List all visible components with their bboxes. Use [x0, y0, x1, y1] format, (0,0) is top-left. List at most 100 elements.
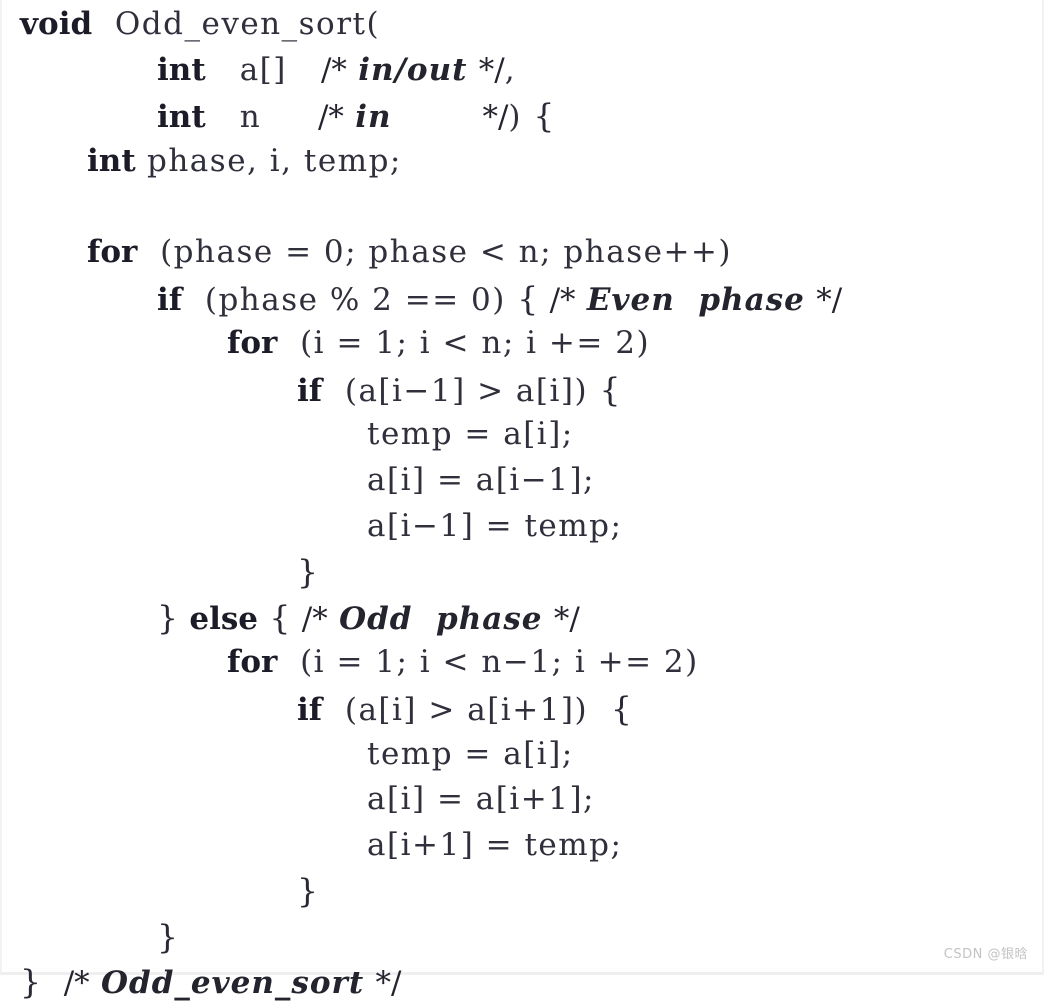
code-line: a[i] = a[i+1];	[2, 777, 1044, 823]
code-identifier: (phase % 2 == 0)	[204, 281, 506, 318]
code-keyword: int	[87, 142, 136, 179]
code-brace: {	[269, 597, 291, 637]
code-keyword: int	[157, 51, 206, 88]
code-brace: {	[533, 96, 555, 136]
code-brace: }	[157, 916, 178, 956]
code-keyword: if	[297, 372, 323, 409]
code-brace: {	[517, 278, 539, 318]
code-comment-delimiter: /*	[320, 51, 347, 88]
code-comment-delimiter: */	[482, 99, 509, 136]
code-comment-delimiter: /*	[63, 965, 90, 1002]
code-comment-delimiter: */	[375, 965, 402, 1002]
code-keyword: if	[297, 691, 323, 728]
code-identifier: (a[i] > a[i+1])	[344, 691, 589, 728]
code-line: int n /* in */) {	[2, 93, 1044, 139]
code-brace: {	[599, 369, 621, 409]
code-line: temp = a[i];	[2, 412, 1044, 458]
code-identifier: a[i] = a[i+1];	[367, 781, 595, 818]
code-identifier: ,	[504, 51, 517, 88]
code-comment-delimiter: */	[553, 600, 580, 637]
code-comment-text: Odd_even_sort	[101, 965, 365, 1002]
code-comment-text: in	[355, 99, 392, 136]
code-identifier: (phase = 0; phase < n; phase++)	[160, 233, 733, 270]
code-identifier: (i = 1; i < n; i += 2)	[300, 325, 651, 362]
code-line: }	[2, 549, 1044, 595]
code-line: }	[2, 868, 1044, 914]
code-line: if (phase % 2 == 0) { /* Even phase */	[2, 276, 1044, 322]
code-line: for (i = 1; i < n; i += 2)	[2, 321, 1044, 367]
code-identifier: a[]	[239, 51, 287, 88]
code-identifier: a[i−1] = temp;	[367, 507, 623, 544]
code-identifier: a[i] = a[i−1];	[367, 461, 595, 498]
csdn-watermark: CSDN @银晗	[943, 947, 1028, 962]
code-brace: {	[610, 688, 632, 728]
code-line: temp = a[i];	[2, 732, 1044, 778]
code-line: for (phase = 0; phase < n; phase++)	[2, 230, 1044, 276]
code-comment-delimiter: /*	[549, 281, 576, 318]
code-line: a[i] = a[i−1];	[2, 458, 1044, 504]
code-keyword: for	[227, 325, 278, 362]
code-comment-text: in/out	[358, 51, 468, 88]
code-line: void Odd_even_sort(	[2, 2, 1044, 48]
code-line: } else { /* Odd phase */	[2, 595, 1044, 641]
code-identifier: temp = a[i];	[367, 735, 574, 772]
code-keyword: for	[87, 233, 138, 270]
code-line: }	[2, 914, 1044, 960]
code-identifier: )	[508, 99, 522, 136]
code-identifier: temp = a[i];	[367, 416, 574, 453]
code-identifier: phase, i, temp;	[147, 142, 402, 179]
code-line: } /* Odd_even_sort */	[2, 959, 1044, 1005]
code-identifier: (a[i−1] > a[i])	[344, 372, 589, 409]
code-identifier: (i = 1; i < n−1; i += 2)	[300, 644, 699, 681]
code-comment-text: Even phase	[586, 281, 805, 318]
code-identifier: a[i+1] = temp;	[367, 826, 623, 863]
code-line: int a[] /* in/out */,	[2, 48, 1044, 94]
code-comment-delimiter: /*	[301, 600, 328, 637]
code-line: if (a[i] > a[i+1]) {	[2, 686, 1044, 732]
code-keyword: else	[189, 600, 259, 637]
code-line: if (a[i−1] > a[i]) {	[2, 367, 1044, 413]
code-identifier: Odd_even_sort(	[114, 6, 381, 42]
code-block: void Odd_even_sort(int a[] /* in/out */,…	[2, 0, 1044, 1005]
code-line: a[i+1] = temp;	[2, 823, 1044, 869]
code-comment-text: Odd phase	[339, 600, 543, 637]
code-keyword: if	[157, 281, 183, 318]
code-comment-delimiter: /*	[317, 99, 344, 136]
code-line: for (i = 1; i < n−1; i += 2)	[2, 640, 1044, 686]
code-comment-delimiter: */	[478, 51, 505, 88]
code-line: a[i−1] = temp;	[2, 504, 1044, 550]
code-brace: }	[20, 962, 41, 1002]
code-brace: }	[157, 597, 178, 637]
code-keyword: for	[227, 644, 278, 681]
